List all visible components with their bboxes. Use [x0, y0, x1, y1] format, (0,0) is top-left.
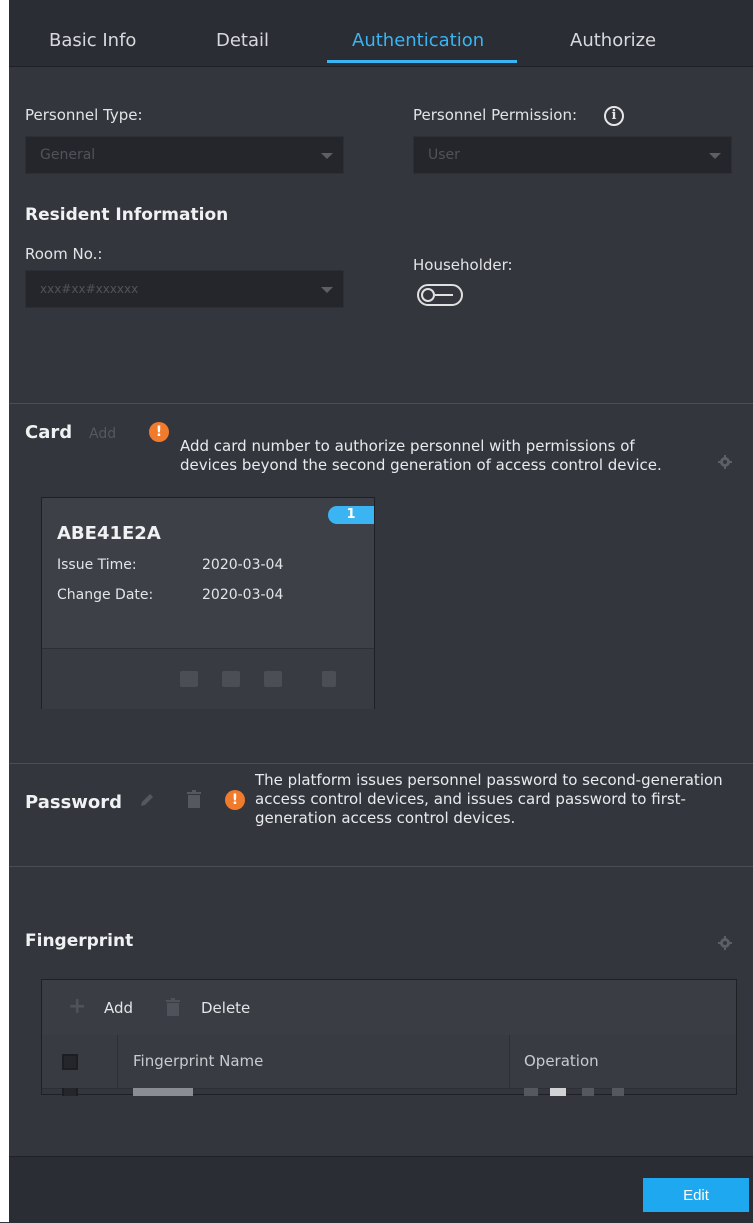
- personnel-permission-select[interactable]: User: [413, 136, 732, 174]
- room-no-select[interactable]: xxx#xx#xxxxxx: [25, 270, 344, 308]
- personnel-permission-label: Personnel Permission:: [413, 106, 578, 124]
- password-note: The platform issues personnel password t…: [255, 771, 723, 828]
- chevron-down-icon: [709, 153, 721, 159]
- column-divider: [509, 1035, 510, 1088]
- fingerprint-name-header: Fingerprint Name: [133, 1052, 264, 1070]
- report-loss-icon[interactable]: [222, 671, 240, 687]
- change-date-value: 2020-03-04: [202, 587, 284, 603]
- card-note-line-2: devices beyond the second generation of …: [180, 456, 662, 474]
- gear-icon[interactable]: [717, 454, 733, 470]
- password-section-title: Password: [25, 792, 123, 813]
- bottom-bar: [9, 1156, 753, 1223]
- issue-time-label: Issue Time:: [57, 557, 137, 573]
- trash-icon[interactable]: [322, 671, 336, 687]
- tab-detail[interactable]: Detail: [216, 30, 269, 51]
- change-date-label: Change Date:: [57, 587, 154, 603]
- personnel-permission-value: User: [428, 147, 460, 163]
- toggle-knob: [421, 288, 435, 302]
- password-note-line-1: The platform issues personnel password t…: [255, 771, 723, 789]
- edit-button[interactable]: Edit: [643, 1178, 749, 1212]
- main-card-icon[interactable]: [180, 671, 198, 687]
- tab-authentication[interactable]: Authentication: [352, 30, 484, 51]
- fingerprint-section-title: Fingerprint: [25, 931, 134, 951]
- operation-header: Operation: [524, 1052, 599, 1070]
- password-note-line-2: access control devices, and issues card …: [255, 790, 686, 808]
- column-divider: [117, 1035, 118, 1088]
- fingerprint-toolbar: + Add Delete: [42, 980, 736, 1036]
- card-section-title: Card: [25, 422, 73, 443]
- fingerprint-table: + Add Delete Fingerprint Name Operation: [41, 979, 737, 1096]
- fingerprint-collect-icon[interactable]: [524, 1088, 538, 1096]
- section-divider: [9, 403, 753, 404]
- personnel-type-select[interactable]: General: [25, 136, 344, 174]
- issue-time-value: 2020-03-04: [202, 557, 284, 573]
- card-actions: [42, 648, 374, 709]
- select-all-checkbox[interactable]: [62, 1054, 78, 1070]
- fingerprint-icon[interactable]: [550, 1088, 566, 1096]
- personnel-type-value: General: [40, 147, 96, 163]
- chevron-down-icon: [321, 153, 333, 159]
- authentication-panel: Basic Info Detail Authentication Authori…: [9, 0, 753, 1223]
- room-no-label: Room No.:: [25, 245, 103, 263]
- householder-label: Householder:: [413, 256, 513, 274]
- add-fingerprint-button[interactable]: Add: [104, 999, 133, 1017]
- warning-icon: !: [149, 422, 169, 442]
- card-item[interactable]: 1 ABE41E2A Issue Time: 2020-03-04 Change…: [41, 497, 375, 709]
- change-card-icon[interactable]: [264, 671, 282, 687]
- plus-icon[interactable]: +: [68, 996, 86, 1018]
- delete-fingerprint-button[interactable]: Delete: [201, 999, 250, 1017]
- password-note-line-3: generation access control devices.: [255, 809, 516, 827]
- info-icon[interactable]: i: [604, 106, 624, 126]
- section-divider: [9, 763, 753, 764]
- toggle-bar: [435, 294, 453, 296]
- resident-information-heading: Resident Information: [25, 205, 229, 225]
- fingerprint-name-blurred: [133, 1088, 193, 1096]
- pencil-icon[interactable]: [582, 1088, 594, 1096]
- tab-bar: Basic Info Detail Authentication Authori…: [9, 0, 753, 67]
- gear-icon[interactable]: [717, 935, 733, 951]
- pencil-icon[interactable]: [139, 792, 155, 808]
- card-note: Add card number to authorize personnel w…: [180, 437, 662, 475]
- chevron-down-icon: [321, 287, 333, 293]
- table-header: Fingerprint Name Operation: [42, 1035, 736, 1089]
- active-tab-underline: [327, 60, 517, 63]
- card-note-line-1: Add card number to authorize personnel w…: [180, 437, 635, 455]
- table-row[interactable]: [42, 1088, 736, 1096]
- personnel-type-label: Personnel Type:: [25, 106, 143, 124]
- tab-authorize[interactable]: Authorize: [570, 30, 656, 51]
- card-count-badge: 1: [328, 506, 374, 524]
- trash-icon[interactable]: [612, 1088, 624, 1096]
- tab-basic-info[interactable]: Basic Info: [49, 30, 136, 51]
- row-checkbox[interactable]: [62, 1088, 78, 1096]
- section-divider: [9, 866, 753, 867]
- add-card-button[interactable]: Add: [89, 426, 116, 442]
- room-no-placeholder: xxx#xx#xxxxxx: [40, 282, 139, 296]
- left-edge-strip: [0, 0, 9, 1222]
- card-number: ABE41E2A: [57, 523, 161, 544]
- trash-icon[interactable]: [187, 790, 201, 808]
- warning-icon: !: [225, 790, 245, 810]
- householder-toggle[interactable]: [417, 284, 463, 306]
- trash-icon[interactable]: [166, 998, 180, 1016]
